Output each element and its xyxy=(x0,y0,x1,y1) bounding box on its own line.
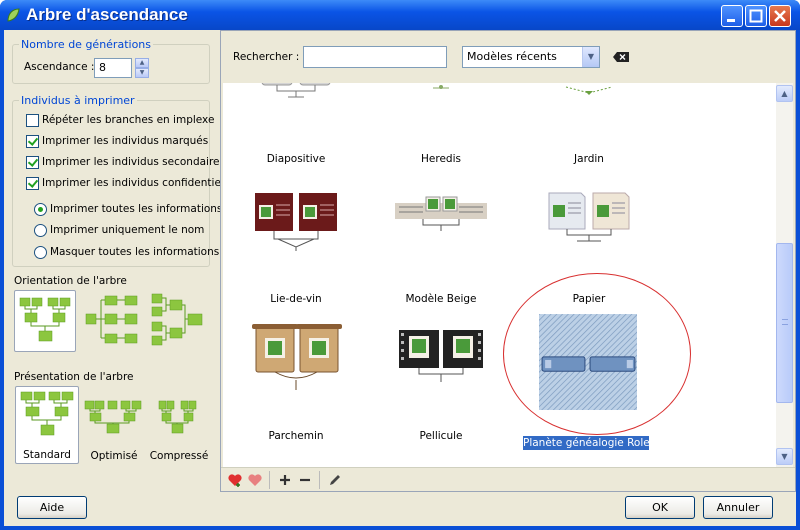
cancel-button[interactable]: Annuler xyxy=(703,496,773,519)
gallery-vertical-scrollbar[interactable]: ▲ ▼ xyxy=(776,83,793,467)
search-input[interactable] xyxy=(303,46,447,68)
checkbox-marked-individuals[interactable] xyxy=(26,135,39,148)
gallery-item-heredis[interactable]: Heredis xyxy=(371,83,511,173)
radio-hide-all[interactable] xyxy=(34,246,47,259)
gallery-toolbar xyxy=(221,467,795,491)
checkbox-label-confidential-individuals[interactable]: Imprimer les individus confidentiels xyxy=(42,177,229,189)
modele-beige-thumbnail xyxy=(395,196,487,231)
window-title: Arbre d'ascendance xyxy=(26,5,188,24)
gallery-item-diapositive[interactable]: Diapositive xyxy=(226,83,366,173)
template-panel: Rechercher : Modèles récents ▼ Diapositi… xyxy=(220,30,796,492)
spin-down-icon[interactable]: ▼ xyxy=(135,68,149,78)
presentation-compressed[interactable]: Compressé xyxy=(147,386,211,464)
ascendance-spinbox-input[interactable]: 8 xyxy=(94,58,132,78)
tree-compressed-icon xyxy=(158,400,197,434)
gallery-item-label: Pellicule xyxy=(419,430,463,442)
dialog-window: Arbre d'ascendance Nombre de générations… xyxy=(0,0,800,530)
orientation-left-right[interactable] xyxy=(150,290,212,352)
gallery-item-jardin[interactable]: Jardin xyxy=(519,83,659,173)
checkbox-label-repeat-implexe[interactable]: Répéter les branches en implexe xyxy=(42,114,214,126)
clear-search-icon[interactable] xyxy=(613,52,629,62)
tree-standard-icon xyxy=(20,391,74,436)
pellicule-thumbnail xyxy=(399,330,483,382)
heart-remove-icon[interactable] xyxy=(247,472,263,488)
checkbox-label-marked-individuals[interactable]: Imprimer les individus marqués xyxy=(42,135,208,147)
tree-center-icon xyxy=(85,295,138,344)
gallery-item-parchemin[interactable]: Parchemin xyxy=(226,320,366,450)
grip-icon xyxy=(782,319,788,325)
gallery-item-label: Modèle Beige xyxy=(405,293,477,305)
heredis-thumbnail xyxy=(433,85,449,89)
spin-up-icon[interactable]: ▲ xyxy=(135,58,149,68)
title-bar[interactable]: Arbre d'ascendance xyxy=(0,0,800,30)
gallery-item-label-selected: Planète généalogie Rolem xyxy=(523,436,660,450)
tree-optimized-icon xyxy=(84,400,142,434)
presentation-standard-label: Standard xyxy=(23,449,71,461)
checkbox-repeat-implexe[interactable] xyxy=(26,114,39,127)
checkbox-confidential-individuals[interactable] xyxy=(26,177,39,190)
tree-top-down-icon xyxy=(19,297,71,342)
gallery-item-pellicule[interactable]: Pellicule xyxy=(371,320,511,450)
ascendance-spinbox-buttons[interactable]: ▲ ▼ xyxy=(135,58,149,78)
jardin-thumbnail xyxy=(565,86,613,95)
heart-add-icon[interactable] xyxy=(227,472,243,488)
plus-icon[interactable] xyxy=(277,472,293,488)
gallery-item-modele-beige[interactable]: Modèle Beige xyxy=(371,183,511,313)
maximize-icon xyxy=(749,9,763,23)
minimize-button[interactable] xyxy=(721,5,743,27)
ok-button[interactable]: OK xyxy=(625,496,695,519)
options-panel: Nombre de générations Ascendance : 8 ▲ ▼… xyxy=(4,30,229,492)
filter-dropdown[interactable]: Modèles récents ▼ xyxy=(462,46,600,68)
close-icon xyxy=(774,10,786,22)
radio-label-all-info[interactable]: Imprimer toutes les informations xyxy=(50,203,222,215)
parchemin-thumbnail xyxy=(252,324,342,390)
maximize-button[interactable] xyxy=(745,5,767,27)
pencil-icon[interactable] xyxy=(327,472,343,488)
gallery-item-label: Heredis xyxy=(421,153,461,165)
radio-name-only[interactable] xyxy=(34,224,47,237)
chevron-down-icon[interactable]: ▼ xyxy=(582,47,599,67)
scrollbar-thumb[interactable] xyxy=(776,243,793,403)
orientation-top-down[interactable] xyxy=(14,290,76,352)
presentation-optimized-label: Optimisé xyxy=(90,450,138,462)
close-button[interactable] xyxy=(769,5,791,27)
highlight-ellipse xyxy=(503,273,691,435)
presentation-label: Présentation de l'arbre xyxy=(14,371,134,383)
tree-left-right-icon xyxy=(151,293,203,346)
filter-dropdown-value: Modèles récents xyxy=(467,50,557,63)
lie-de-vin-thumbnail xyxy=(255,193,337,251)
individuals-group-title: Individus à imprimer xyxy=(19,94,137,107)
radio-label-hide-all[interactable]: Masquer toutes les informations xyxy=(50,246,219,258)
template-gallery: Diapositive Heredis Jardin Lie-de-vin Mo… xyxy=(223,83,776,467)
orientation-label: Orientation de l'arbre xyxy=(14,275,127,287)
help-button[interactable]: Aide xyxy=(17,496,87,519)
presentation-optimized[interactable]: Optimisé xyxy=(82,386,146,464)
presentation-standard[interactable]: Standard xyxy=(15,386,79,464)
papier-thumbnail xyxy=(548,192,630,242)
toolbar-divider xyxy=(319,471,320,489)
app-leaf-icon xyxy=(7,8,20,22)
scroll-down-icon[interactable]: ▼ xyxy=(776,448,793,465)
toolbar-divider xyxy=(269,471,270,489)
generations-group-title: Nombre de générations xyxy=(19,38,154,51)
gallery-item-label: Parchemin xyxy=(268,430,324,442)
radio-label-name-only[interactable]: Imprimer uniquement le nom xyxy=(50,224,204,236)
search-label: Rechercher : xyxy=(233,51,300,63)
radio-all-info[interactable] xyxy=(34,203,47,216)
scroll-up-icon[interactable]: ▲ xyxy=(776,85,793,102)
diapositive-thumbnail xyxy=(261,83,331,98)
presentation-compressed-label: Compressé xyxy=(149,450,209,462)
gallery-item-label: Lie-de-vin xyxy=(270,293,322,305)
minus-icon[interactable] xyxy=(297,472,313,488)
gallery-item-label: Jardin xyxy=(574,153,604,165)
gallery-item-label: Diapositive xyxy=(266,153,326,165)
orientation-center[interactable] xyxy=(83,290,145,352)
checkbox-label-secondary-individuals[interactable]: Imprimer les individus secondaires xyxy=(42,156,225,168)
ascendance-label: Ascendance : xyxy=(24,61,95,73)
minimize-icon xyxy=(727,19,735,22)
search-bar: Rechercher : Modèles récents ▼ xyxy=(221,31,795,83)
checkbox-secondary-individuals[interactable] xyxy=(26,156,39,169)
dialog-client-area: Nombre de générations Ascendance : 8 ▲ ▼… xyxy=(4,30,796,526)
gallery-item-lie-de-vin[interactable]: Lie-de-vin xyxy=(226,183,366,313)
